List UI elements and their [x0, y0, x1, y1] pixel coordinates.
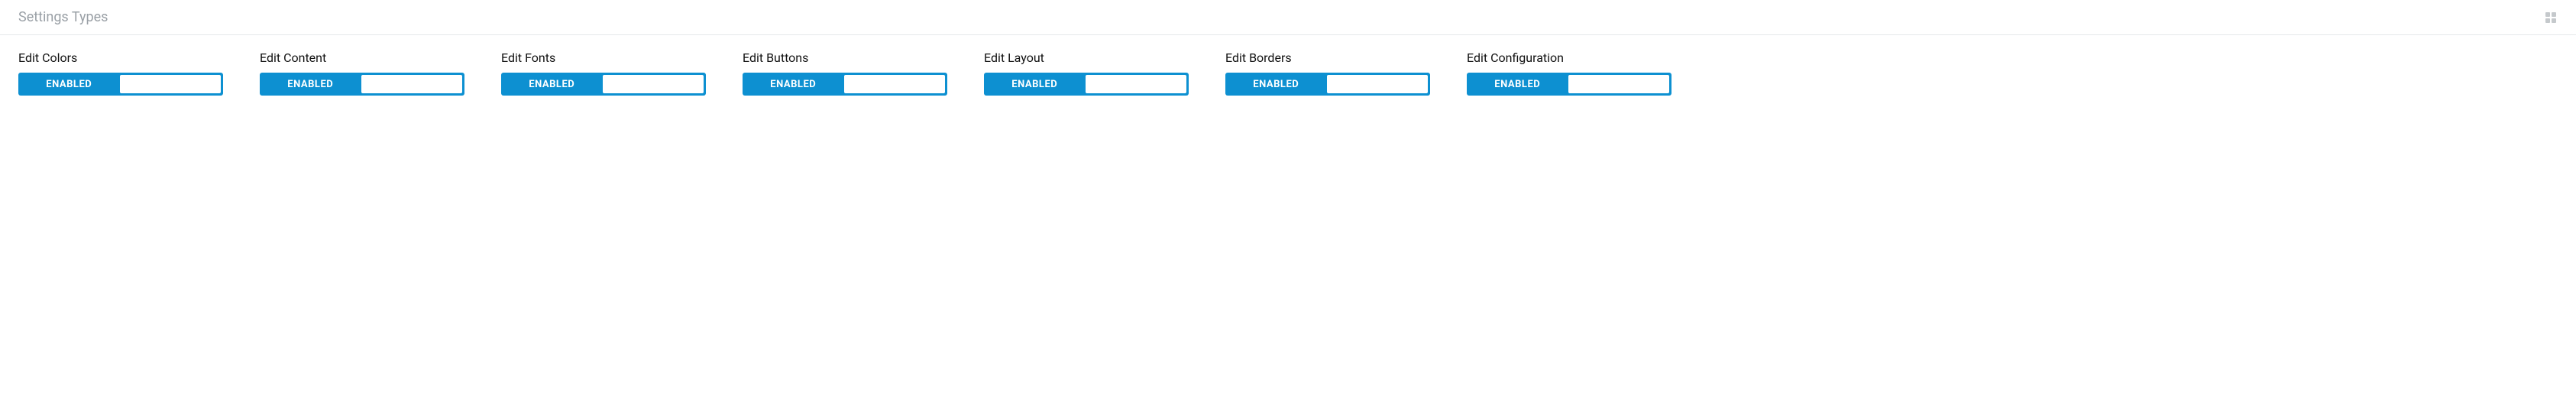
- panel-body: Edit Colors ENABLED Edit Content ENABLED…: [0, 35, 2576, 117]
- setting-edit-borders: Edit Borders ENABLED: [1225, 50, 1430, 96]
- toggle-edit-configuration[interactable]: ENABLED: [1467, 73, 1671, 96]
- toggle-knob: [120, 75, 222, 93]
- toggle-label: ENABLED: [1467, 73, 1568, 96]
- toggle-edit-borders[interactable]: ENABLED: [1225, 73, 1430, 96]
- setting-edit-configuration: Edit Configuration ENABLED: [1467, 50, 1671, 96]
- toggle-knob: [1568, 75, 1670, 93]
- panel-title: Settings Types: [18, 9, 108, 25]
- toggle-label: ENABLED: [743, 73, 844, 96]
- toggle-knob: [361, 75, 463, 93]
- toggle-knob: [1086, 75, 1187, 93]
- toggle-label: ENABLED: [260, 73, 361, 96]
- toggle-edit-layout[interactable]: ENABLED: [984, 73, 1189, 96]
- toggle-label: ENABLED: [984, 73, 1086, 96]
- setting-label: Edit Buttons: [743, 50, 947, 65]
- toggle-edit-buttons[interactable]: ENABLED: [743, 73, 947, 96]
- setting-label: Edit Configuration: [1467, 50, 1671, 65]
- toggle-label: ENABLED: [18, 73, 120, 96]
- toggle-knob: [844, 75, 946, 93]
- setting-label: Edit Fonts: [501, 50, 706, 65]
- setting-label: Edit Borders: [1225, 50, 1430, 65]
- toggle-label: ENABLED: [1225, 73, 1327, 96]
- setting-edit-fonts: Edit Fonts ENABLED: [501, 50, 706, 96]
- drag-handle-icon[interactable]: [2544, 11, 2558, 24]
- toggle-knob: [1327, 75, 1429, 93]
- setting-edit-layout: Edit Layout ENABLED: [984, 50, 1189, 96]
- settings-types-panel: Settings Types Edit Colors ENABLED Edit …: [0, 0, 2576, 117]
- setting-edit-content: Edit Content ENABLED: [260, 50, 464, 96]
- toggle-label: ENABLED: [501, 73, 603, 96]
- toggle-edit-colors[interactable]: ENABLED: [18, 73, 223, 96]
- toggle-knob: [603, 75, 704, 93]
- toggle-edit-content[interactable]: ENABLED: [260, 73, 464, 96]
- setting-label: Edit Content: [260, 50, 464, 65]
- setting-edit-colors: Edit Colors ENABLED: [18, 50, 223, 96]
- setting-edit-buttons: Edit Buttons ENABLED: [743, 50, 947, 96]
- setting-label: Edit Colors: [18, 50, 223, 65]
- panel-header: Settings Types: [0, 0, 2576, 35]
- toggle-edit-fonts[interactable]: ENABLED: [501, 73, 706, 96]
- setting-label: Edit Layout: [984, 50, 1189, 65]
